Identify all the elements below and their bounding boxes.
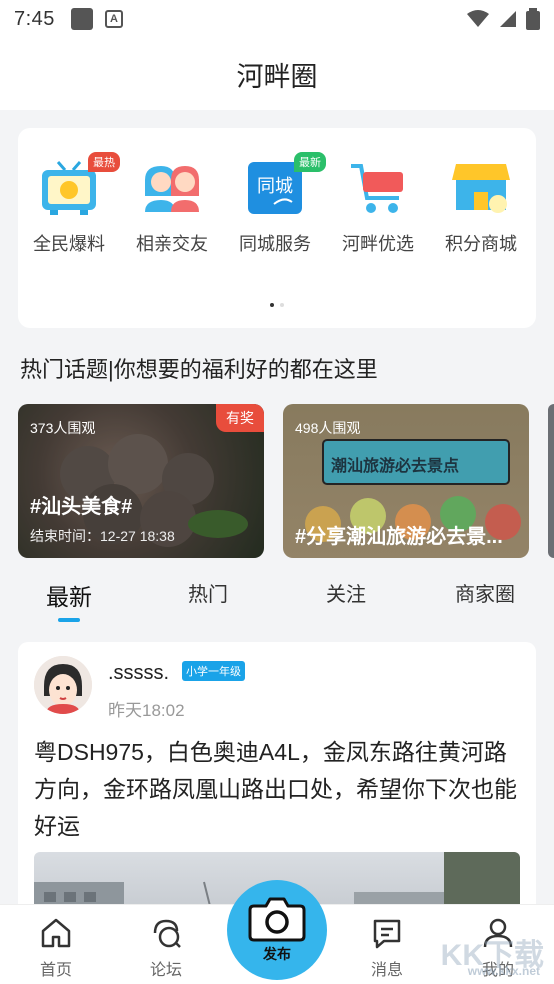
topic-tag: #分享潮汕旅游必去景... — [295, 526, 503, 548]
post-text: 粤DSH975，白色奥迪A4L，金凤东路往黄河路方向，金环路凤凰山路出口处，希望… — [34, 739, 517, 839]
feature-item-baoliao[interactable]: 最热 全民爆料 — [19, 152, 120, 256]
nav-messages-label: 消息 — [370, 962, 403, 979]
nav-home[interactable]: 首页 — [21, 917, 91, 980]
feature-item-xiangqin[interactable]: 相亲交友 — [122, 156, 222, 256]
nav-home-label: 首页 — [39, 962, 72, 979]
city-service-icon: 同城 最新 — [244, 152, 326, 218]
topic-tag: #汕头美食# — [30, 496, 133, 518]
carousel-dot — [270, 303, 274, 307]
nav-messages[interactable]: 消息 — [352, 917, 422, 980]
publish-label: 发布 — [263, 946, 291, 962]
camera-icon — [248, 897, 306, 942]
store-icon — [450, 156, 512, 218]
topic-card-food[interactable]: 373人围观 有奖 #汕头美食# 结束时间：12-27 18:38 — [18, 404, 264, 558]
tab-latest[interactable]: 最新 — [46, 578, 92, 612]
watermark: KK下载 www.kkx.net — [441, 930, 544, 978]
carousel-dot — [280, 303, 284, 307]
wifi-icon — [467, 10, 489, 27]
feature-item-jifen[interactable]: 积分商城 — [431, 156, 531, 256]
feature-item-youxuan[interactable]: 河畔优选 — [328, 156, 428, 256]
tab-hot[interactable]: 热门 — [188, 578, 228, 607]
tv-icon: 最热 — [38, 152, 120, 218]
message-icon — [373, 919, 401, 949]
tab-merchant[interactable]: 商家圈 — [455, 578, 515, 607]
post-username[interactable]: .sssss. — [108, 662, 169, 685]
avatar[interactable] — [34, 656, 92, 714]
app-notification-icon: A — [104, 10, 123, 28]
carousel-dots — [18, 303, 536, 307]
nav-forum[interactable]: 论坛 — [131, 917, 201, 980]
feature-label: 相亲交友 — [136, 234, 208, 254]
shopping-cart-icon — [347, 156, 409, 218]
post-time: 昨天18:02 — [108, 701, 185, 720]
feature-badge: 最热 — [88, 152, 120, 172]
travel-banner-text: 潮汕旅游必去景点 — [331, 458, 460, 475]
feature-label: 全民爆料 — [33, 234, 105, 254]
nav-forum-label: 论坛 — [149, 962, 182, 979]
user-level-badge: 小学一年级 — [182, 661, 245, 681]
topic-viewers: 498人围观 — [295, 420, 361, 436]
watermark-sub: www.kkx.net — [467, 964, 540, 978]
status-time: 7:45 — [14, 7, 55, 30]
signal-icon — [500, 11, 516, 27]
feed-tabs: 最新 热门 关注 商家圈 — [0, 568, 554, 622]
page-header: 河畔圈 — [0, 38, 554, 110]
prize-badge: 有奖 — [216, 404, 264, 432]
topic-viewers: 373人围观 — [30, 420, 96, 436]
topic-card-peek — [548, 404, 554, 558]
forum-icon — [153, 919, 181, 948]
feature-item-tongcheng[interactable]: 同城 最新 同城服务 — [225, 152, 326, 256]
couple-icon — [141, 156, 203, 218]
active-tab-indicator — [58, 618, 80, 622]
feature-badge: 最新 — [294, 152, 326, 172]
publish-button[interactable]: 发布 — [227, 880, 327, 980]
topic-end-time: 结束时间：12-27 18:38 — [30, 528, 175, 544]
notification-icon — [70, 8, 93, 30]
feature-label: 积分商城 — [445, 234, 517, 254]
topics-title: 热门话题|你想要的福利好的都在这里 — [20, 357, 378, 382]
svg-text:同城: 同城 — [257, 176, 293, 197]
page-title: 河畔圈 — [236, 61, 318, 92]
tab-follow[interactable]: 关注 — [326, 578, 366, 607]
battery-icon — [526, 8, 540, 30]
feature-grid: 最热 全民爆料 相亲交友 同城 最新 同城服务 河畔优选 积分商城 — [18, 128, 536, 328]
feature-label: 同城服务 — [239, 234, 311, 254]
status-bar: 7:45 A — [0, 0, 554, 38]
feature-label: 河畔优选 — [342, 234, 414, 254]
topic-card-travel[interactable]: 潮汕旅游必去景点 498人围观 #分享潮汕旅游必去景... — [283, 404, 529, 558]
home-icon — [41, 918, 71, 948]
